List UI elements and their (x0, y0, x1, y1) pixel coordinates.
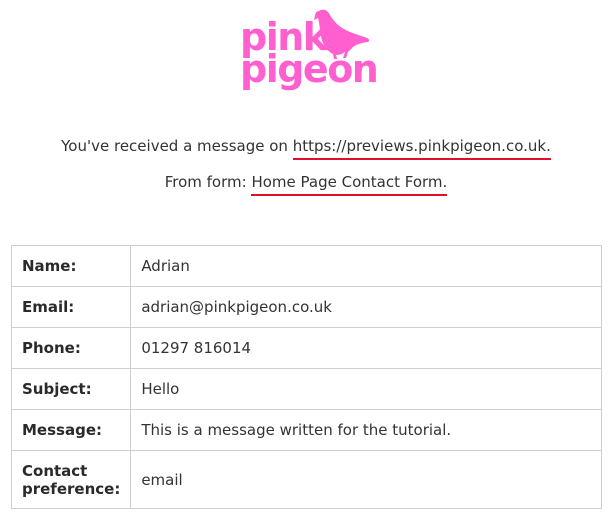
table-row: Phone: 01297 816014 (10, 327, 602, 369)
form-link[interactable]: Home Page Contact Form. (251, 173, 448, 196)
table-row: Message: This is a message written for t… (10, 409, 602, 451)
phone-label: Phone: (10, 327, 132, 369)
message-details-table: Name: Adrian Email: adrian@pinkpigeon.co… (10, 245, 602, 509)
pigeon-icon (314, 9, 370, 59)
from-form-line: From form: Home Page Contact Form. (0, 173, 612, 196)
table-row: Contact preference: email (10, 450, 602, 509)
received-message-line: You've received a message on https://pre… (0, 137, 612, 160)
message-label: Message: (10, 409, 132, 451)
pink-pigeon-logo: pink pigeon (240, 8, 379, 94)
name-value: Adrian (130, 245, 602, 287)
received-message-text: You've received a message on (61, 137, 293, 155)
email-value: adrian@pinkpigeon.co.uk (130, 286, 602, 328)
table-row: Name: Adrian (10, 245, 602, 287)
email-label: Email: (10, 286, 132, 328)
message-value: This is a message written for the tutori… (130, 409, 602, 451)
subject-label: Subject: (10, 368, 132, 410)
table-row: Email: adrian@pinkpigeon.co.uk (10, 286, 602, 328)
contact-preference-value: email (130, 450, 602, 509)
site-link[interactable]: https://previews.pinkpigeon.co.uk. (292, 137, 551, 160)
phone-value: 01297 816014 (130, 327, 602, 369)
subject-value: Hello (130, 368, 602, 410)
from-form-text: From form: (164, 173, 252, 191)
contact-preference-label: Contact preference: (10, 450, 132, 509)
name-label: Name: (10, 245, 132, 287)
table-row: Subject: Hello (10, 368, 602, 410)
